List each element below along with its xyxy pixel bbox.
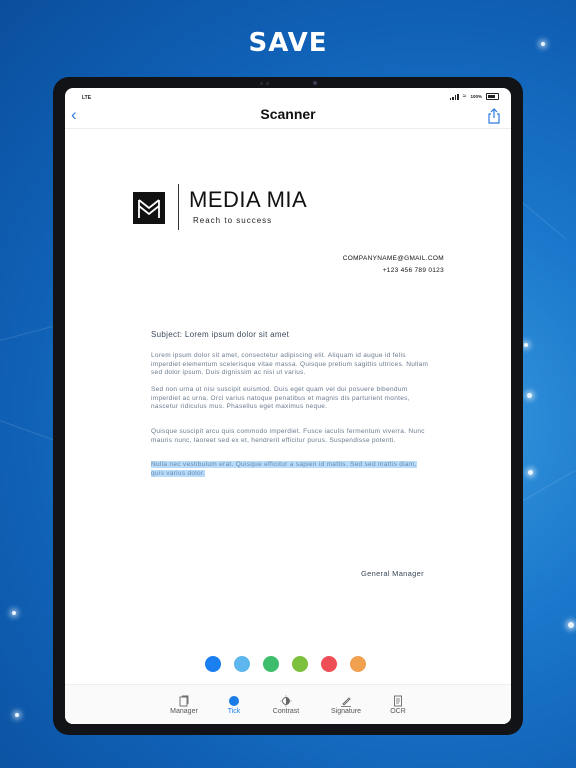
- pen-icon: [341, 697, 351, 707]
- tool-label: OCR: [390, 708, 406, 715]
- front-sensor: [260, 82, 263, 85]
- company-logo: [133, 192, 165, 224]
- company-logo-mark-icon: [138, 199, 160, 218]
- color-swatch-green[interactable]: [263, 656, 279, 672]
- tool-signature[interactable]: Signature: [321, 695, 371, 715]
- letter-paragraph: Lorem ipsum dolor sit amet, consectetur …: [151, 352, 429, 376]
- promo-headline: SAVE: [248, 28, 328, 58]
- logo-divider: [178, 184, 179, 230]
- front-camera: [313, 81, 317, 85]
- carrier-label: LTE: [82, 95, 92, 101]
- background-sparkle: [527, 393, 532, 398]
- background-sparkle: [524, 343, 528, 347]
- color-swatch-light-blue[interactable]: [234, 656, 250, 672]
- color-swatch-picker: [205, 656, 366, 672]
- tool-ocr[interactable]: OCR: [373, 695, 423, 715]
- wifi-icon: ≈: [462, 92, 467, 100]
- contact-email: COMPANYNAME@GMAIL.COM: [342, 255, 444, 262]
- color-swatch-blue[interactable]: [205, 656, 221, 672]
- color-swatch-orange[interactable]: [350, 656, 366, 672]
- tool-label: Contrast: [272, 708, 300, 715]
- tool-label: Tick: [227, 708, 241, 715]
- letter-paragraph: Quisque suscipit arcu quis commodo imper…: [151, 428, 425, 444]
- tool-contrast[interactable]: Contrast: [261, 695, 311, 715]
- tool-manager[interactable]: Manager: [159, 695, 209, 715]
- battery-percentage: 100%: [470, 94, 482, 99]
- highlighted-paragraph[interactable]: Nulla nec vestibulum erat. Quisque effic…: [151, 461, 431, 478]
- tool-label: Signature: [331, 708, 361, 715]
- background-sparkle: [15, 713, 19, 717]
- letter-signature: General Manager: [361, 569, 424, 578]
- navigation-bar: ‹ Scanner: [65, 102, 511, 129]
- company-tagline: Reach to success: [193, 216, 273, 225]
- app-screen: LTE ≈ 100% ‹ Scanner MEDIA MIA Reach to …: [65, 88, 511, 724]
- ocr-doc-icon: [394, 695, 402, 707]
- document-stack-icon: [179, 695, 189, 707]
- tool-tick[interactable]: Tick: [209, 695, 259, 715]
- share-icon[interactable]: [487, 108, 501, 124]
- background-line: [519, 200, 566, 240]
- color-swatch-red[interactable]: [321, 656, 337, 672]
- dot-icon: [229, 696, 239, 706]
- battery-icon: [486, 93, 499, 100]
- tablet-frame: LTE ≈ 100% ‹ Scanner MEDIA MIA Reach to …: [53, 77, 523, 735]
- contact-phone: +123 456 789 0123: [382, 267, 444, 274]
- page-title: Scanner: [260, 106, 316, 122]
- letter-paragraph: Sed non urna ut nisi suscipit euismod. D…: [151, 386, 410, 410]
- letter-subject: Subject: Lorem ipsum dolor sit amet: [151, 330, 290, 339]
- background-sparkle: [528, 470, 533, 475]
- background-sparkle: [12, 611, 16, 615]
- contrast-icon: [280, 695, 292, 707]
- highlighted-text[interactable]: Nulla nec vestibulum erat. Quisque effic…: [151, 461, 417, 477]
- bottom-toolbar: Manager Tick Contrast Signature OCR: [65, 684, 511, 724]
- company-name: MEDIA MIA: [189, 187, 308, 212]
- cellular-signal-icon: [449, 93, 459, 100]
- tool-label: Manager: [170, 708, 198, 715]
- front-sensor: [266, 82, 269, 85]
- color-swatch-lime[interactable]: [292, 656, 308, 672]
- background-sparkle: [568, 622, 574, 628]
